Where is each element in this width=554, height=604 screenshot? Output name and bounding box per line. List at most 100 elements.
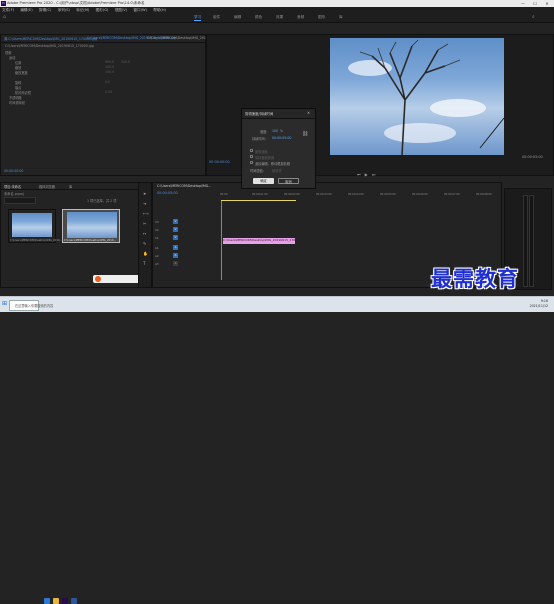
workspace-libraries[interactable]: 库 <box>339 15 343 20</box>
ruler-label: 00:00:02:00 <box>284 193 300 196</box>
windows-start-icon[interactable]: ⊞ <box>2 300 7 307</box>
playback-controls: ⏮▶⏭ <box>357 172 379 177</box>
timeline-tab[interactable]: C:\Users\MERICOM\Desktop\IMG... <box>157 184 211 188</box>
ok-button[interactable]: 确定 <box>253 178 274 184</box>
playhead[interactable] <box>221 200 222 280</box>
ruler-label: 00:00:03:00 <box>316 193 332 196</box>
ruler-label: 00:00:06:00 <box>412 193 428 196</box>
project-search-input[interactable] <box>4 197 36 204</box>
effect-timecode[interactable]: 00:00:00:00 <box>4 169 23 173</box>
tab-source[interactable]: 源:C:\Users\MERICOM\Desktop\IMG_20190615_… <box>4 36 97 41</box>
system-tray[interactable]: 9:16 2021/11/12 <box>530 299 548 309</box>
track-target-toggle[interactable]: A <box>173 261 178 266</box>
workspace-assembly[interactable]: 组件 <box>213 15 220 20</box>
maintain-pitch-checkbox[interactable] <box>250 155 253 158</box>
program-preview-image <box>330 38 504 155</box>
premiere-taskbar-icon[interactable] <box>62 598 68 604</box>
tab-libraries[interactable]: 库 <box>69 184 72 189</box>
maximize-button[interactable]: ☐ <box>530 0 540 7</box>
work-area-bar[interactable] <box>221 200 296 201</box>
track-a1-label: A1 <box>155 246 159 250</box>
ripple-edit-icon[interactable]: ⟷ <box>143 211 149 216</box>
dialog-close-icon[interactable]: ✕ <box>307 111 310 115</box>
tools-panel: ➤ ⇥ ⟷ ✂ ↔ ✎ ✋ T <box>138 182 152 288</box>
track-headers: V3 V2 V1 A1 A2 A3 V V V A A A <box>153 218 219 268</box>
scale-width-value[interactable]: 100.0 <box>105 70 114 74</box>
antiflicker-value[interactable]: 0.00 <box>105 90 112 94</box>
slip-tool-icon[interactable]: ↔ <box>143 231 146 236</box>
track-v1-label: V1 <box>155 236 159 240</box>
link-icon[interactable]: ⛓ <box>302 131 308 137</box>
item-name: C:\Users\MERICOM\Desktop\IMG_2019... <box>64 239 117 242</box>
brand-watermark: 最需教育 <box>431 266 519 291</box>
search-icon[interactable]: ⌕ <box>532 14 535 20</box>
speed-label: 速度: <box>260 130 268 134</box>
interpolation-select[interactable]: 帧采样 <box>272 168 282 173</box>
track-target-toggle[interactable]: V <box>173 227 178 232</box>
type-tool-icon[interactable]: T <box>143 261 145 266</box>
workspace-color[interactable]: 颜色 <box>255 15 262 20</box>
file-explorer-icon[interactable] <box>53 598 59 604</box>
prop-time-remap[interactable]: 时间重映射 <box>9 100 25 105</box>
duration-value[interactable]: 00:00:05:00 <box>272 136 291 140</box>
timeline-ruler[interactable]: 00:00 00:00:01:00 00:00:02:00 00:00:03:0… <box>220 193 500 199</box>
program-timecode-right: 00:00:05:00 <box>522 155 543 159</box>
workspace-graphics[interactable]: 图形 <box>318 15 325 20</box>
speed-value[interactable]: 100 <box>272 129 278 133</box>
window-title: Adobe Premiere Pro 2020 - C:\用户\nbsp\文档\… <box>7 1 145 5</box>
workspace-effects[interactable]: 效果 <box>276 15 283 20</box>
ruler-label: 00:00:05:00 <box>380 193 396 196</box>
meter-left <box>523 195 528 287</box>
selection-tool-icon[interactable]: ➤ <box>143 191 146 196</box>
workspace-learn[interactable]: 学习 <box>194 15 202 21</box>
tab-media-browser[interactable]: 媒体浏览器 <box>39 184 55 189</box>
timeline-clip[interactable]: C:\Users\MERICOM\Desktop\IMG_20190615_17… <box>223 238 295 244</box>
ruler-label: 00:00:04:00 <box>348 193 364 196</box>
effect-controls-tabs: 源:C:\Users\MERICOM\Desktop\IMG_20190615_… <box>1 35 236 43</box>
ime-logo-icon <box>95 276 101 282</box>
program-timecode-left[interactable]: 00:00:00:00 <box>209 160 230 164</box>
tab-project[interactable]: 项目:未命名 <box>4 184 21 189</box>
track-a2-label: A2 <box>155 254 159 258</box>
speed-duration-dialog: 剪辑速度/持续时间 ✕ 速度: 100 % 持续时间: 00:00:05:00 … <box>241 108 316 189</box>
maintain-pitch-label: 保持音频音调 <box>255 156 275 160</box>
pen-tool-icon[interactable]: ✎ <box>143 241 146 246</box>
project-name: 未命名.prproj <box>4 192 25 196</box>
razor-icon[interactable]: ✂ <box>143 221 146 226</box>
scale-value[interactable]: 100.0 <box>105 65 114 69</box>
track-select-icon[interactable]: ⇥ <box>143 201 146 206</box>
workspace-editing[interactable]: 编辑 <box>234 15 241 20</box>
title-bar: Pr Adobe Premiere Pro 2020 - C:\用户\nbsp\… <box>0 0 554 7</box>
project-item-2[interactable]: C:\Users\MERICOM\Desktop\IMG_2019... <box>62 209 120 243</box>
ripple-edit-checkbox[interactable] <box>250 161 253 164</box>
project-item-1[interactable]: C:\Users\MERICOM\Desktop\IMG_2019... <box>8 209 62 243</box>
minimize-button[interactable]: — <box>518 0 528 7</box>
prop-scale-width[interactable]: 缩放宽度 <box>15 70 28 75</box>
timeline-timecode[interactable]: 00:00:00:00 <box>157 191 178 195</box>
home-icon[interactable]: ⌂ <box>3 14 6 20</box>
reverse-checkbox[interactable] <box>250 149 253 152</box>
cancel-button[interactable]: 取消 <box>278 178 299 184</box>
track-target-toggle[interactable]: V <box>173 235 178 240</box>
word-icon[interactable] <box>71 598 77 604</box>
step-forward-icon[interactable]: ⏭ <box>372 172 380 177</box>
hand-tool-icon[interactable]: ✋ <box>143 251 148 256</box>
play-icon[interactable]: ▶ <box>365 172 372 177</box>
workspace-bar: ⌂ 学习 组件 编辑 颜色 效果 音频 图形 库 ⌕ <box>0 13 554 23</box>
position-y-value[interactable]: 540.0 <box>121 60 130 64</box>
taskbar-search-input[interactable]: 在这里输入你要搜索的内容 <box>9 300 53 311</box>
track-v2-label: V2 <box>155 228 159 232</box>
dialog-header: 剪辑速度/持续时间 ✕ <box>242 109 315 119</box>
track-target-toggle[interactable]: V <box>173 219 178 224</box>
thumbnail-image <box>12 213 52 237</box>
edge-icon[interactable] <box>44 598 50 604</box>
rotation-value[interactable]: 0.0 <box>105 80 110 84</box>
tree-image-icon <box>348 39 504 155</box>
track-target-toggle[interactable]: A <box>173 245 178 250</box>
track-target-toggle[interactable]: A <box>173 253 178 258</box>
close-button[interactable]: ✕ <box>542 0 552 7</box>
ruler-label: 00:00 <box>220 193 228 196</box>
step-back-icon[interactable]: ⏮ <box>357 172 365 177</box>
workspace-audio[interactable]: 音频 <box>297 15 304 20</box>
position-x-value[interactable]: 960.0 <box>105 60 114 64</box>
